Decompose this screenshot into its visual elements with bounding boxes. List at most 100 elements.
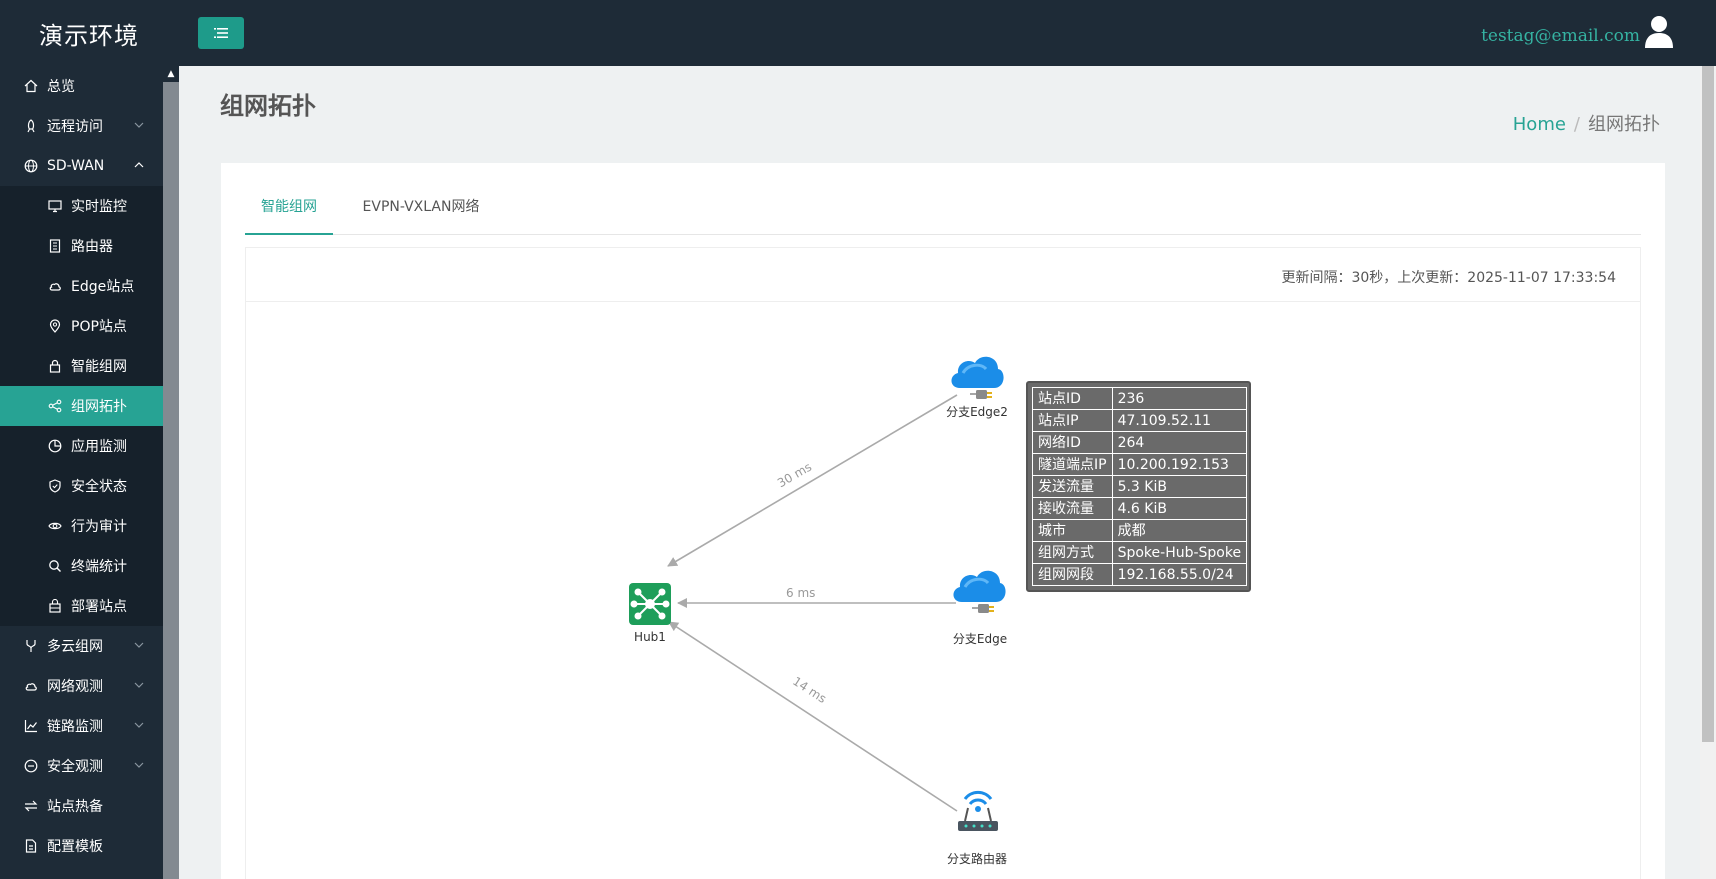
- tooltip-key: 隧道端点IP: [1032, 453, 1113, 476]
- sidebar-item-label: 安全状态: [71, 479, 127, 495]
- scrollbar-thumb[interactable]: [1702, 66, 1714, 742]
- sidebar-item-label: 应用监测: [71, 439, 127, 455]
- breadcrumb-home-link[interactable]: Home: [1513, 114, 1566, 135]
- tooltip-row: 隧道端点IP 10.200.192.153: [1032, 453, 1248, 476]
- panel-header: 更新间隔：30秒，上次更新：2025-11-07 17:33:54: [246, 248, 1640, 302]
- sidebar-item-terminal-stats[interactable]: 终端统计: [0, 546, 163, 586]
- sidebar-item-pop-site[interactable]: POP站点: [0, 306, 163, 346]
- sidebar-item-label: 网络观测: [47, 679, 103, 695]
- sidebar-item-overview[interactable]: 总览: [0, 66, 163, 106]
- tooltip-key: 组网方式: [1032, 541, 1113, 564]
- main-scrollbar[interactable]: [1700, 66, 1716, 879]
- tooltip-value: 成都: [1111, 519, 1248, 542]
- tooltip-row: 网络ID 264: [1032, 431, 1248, 454]
- fork-icon: [23, 638, 39, 654]
- tooltip-row: 站点ID 236: [1032, 387, 1248, 410]
- pie-chart-icon: [47, 438, 63, 454]
- tooltip-value: 192.168.55.0/24: [1111, 563, 1248, 586]
- tooltip-row: 发送流量 5.3 KiB: [1032, 475, 1248, 498]
- tab-bar: 智能组网 EVPN-VXLAN网络: [245, 185, 1641, 235]
- router-node-label[interactable]: 分支路由器: [927, 850, 1027, 867]
- tooltip-key: 组网网段: [1032, 563, 1113, 586]
- tab-smart-network[interactable]: 智能组网: [245, 185, 333, 235]
- tooltip-key: 站点ID: [1032, 387, 1113, 410]
- chevron-down-icon: [134, 642, 144, 648]
- sidebar-item-label: 链路监测: [47, 719, 103, 735]
- tooltip-row: 接收流量 4.6 KiB: [1032, 497, 1248, 520]
- inbox-icon: [47, 598, 63, 614]
- lock-icon: [47, 358, 63, 374]
- chevron-down-icon: [134, 722, 144, 728]
- sidebar-item-label: 实时监控: [71, 199, 127, 215]
- tab-evpn-vxlan[interactable]: EVPN-VXLAN网络: [351, 185, 491, 235]
- router-icon: [47, 238, 63, 254]
- sidebar-item-site-standby[interactable]: 站点热备: [0, 786, 163, 826]
- sidebar-item-multi-cloud[interactable]: 多云组网: [0, 626, 163, 666]
- tooltip-row: 城市 成都: [1032, 519, 1248, 542]
- topology-canvas[interactable]: Hub1 分支Edge2 分支Edge 分支路由器 30 ms 6 ms 14 …: [246, 303, 1640, 879]
- edge2-cloud-icon: [951, 356, 1004, 399]
- home-icon: [23, 78, 39, 94]
- tooltip-key: 城市: [1032, 519, 1113, 542]
- tooltip-key: 发送流量: [1032, 475, 1113, 498]
- menu-toggle-button[interactable]: [198, 17, 244, 49]
- shield-check-icon: [47, 478, 63, 494]
- chevron-down-icon: [134, 682, 144, 688]
- chevron-up-icon: [134, 162, 144, 168]
- sidebar-item-label: 站点热备: [47, 799, 103, 815]
- tooltip-key: 接收流量: [1032, 497, 1113, 520]
- minus-circle-icon: [23, 758, 39, 774]
- sidebar-scrollbar[interactable]: ▲: [163, 66, 179, 879]
- cloud-icon: [47, 278, 63, 294]
- sidebar-item-sd-wan[interactable]: SD-WAN: [0, 146, 163, 186]
- chevron-down-icon: [134, 762, 144, 768]
- sidebar-item-edge-site[interactable]: Edge站点: [0, 266, 163, 306]
- sidebar-item-label: 路由器: [71, 239, 113, 255]
- user-email[interactable]: testag@email.com: [1481, 26, 1640, 46]
- sidebar-item-deploy-site[interactable]: 部署站点: [0, 586, 163, 626]
- node-info-tooltip: 站点ID 236 站点IP 47.109.52.11 网络ID 264 隧道端点IP 10.2…: [1026, 381, 1251, 592]
- link-label-edge: 6 ms: [786, 586, 816, 600]
- tooltip-value: 5.3 KiB: [1111, 475, 1248, 498]
- sidebar-item-remote-access[interactable]: 远程访问: [0, 106, 163, 146]
- sidebar-item-behavior-audit[interactable]: 行为审计: [0, 506, 163, 546]
- sidebar-item-security-observe[interactable]: 安全观测: [0, 746, 163, 786]
- sidebar-item-network-observe[interactable]: 网络观测: [0, 666, 163, 706]
- tooltip-row: 组网方式 Spoke-Hub-Spoke: [1032, 541, 1248, 564]
- sidebar-item-network-topology[interactable]: 组网拓扑: [0, 386, 163, 426]
- edge2-node-label[interactable]: 分支Edge2: [927, 403, 1027, 420]
- search-icon: [47, 558, 63, 574]
- sidebar-item-label: 组网拓扑: [71, 399, 127, 415]
- user-avatar-icon[interactable]: [1644, 14, 1674, 50]
- sidebar-item-smart-network[interactable]: 智能组网: [0, 346, 163, 386]
- hub-node-label[interactable]: Hub1: [600, 630, 700, 644]
- cloud-icon: [23, 678, 39, 694]
- sidebar-item-config-template[interactable]: 配置模板: [0, 826, 163, 866]
- scroll-up-icon[interactable]: ▲: [163, 66, 179, 82]
- sidebar-item-label: 终端统计: [71, 559, 127, 575]
- breadcrumb-current: 组网拓扑: [1588, 114, 1660, 135]
- router-wifi-icon: [958, 790, 998, 831]
- sidebar-item-realtime-monitor[interactable]: 实时监控: [0, 186, 163, 226]
- sidebar-item-label: 部署站点: [71, 599, 127, 615]
- chevron-down-icon: [134, 122, 144, 128]
- content-card: 智能组网 EVPN-VXLAN网络 更新间隔：30秒，上次更新：2025-11-…: [221, 163, 1665, 879]
- sidebar-item-app-monitor[interactable]: 应用监测: [0, 426, 163, 466]
- hub-node-icon: [629, 583, 671, 625]
- sidebar: 总览 远程访问 SD-WAN 实时监控 路由器 Edge站点 POP站点 智能组…: [0, 66, 163, 879]
- sidebar-item-link-monitor[interactable]: 链路监测: [0, 706, 163, 746]
- rocket-icon: [23, 118, 39, 134]
- link-hub-edge2: [667, 394, 958, 567]
- tooltip-key: 网络ID: [1032, 431, 1113, 454]
- monitor-icon: [47, 198, 63, 214]
- sidebar-item-security-status[interactable]: 安全状态: [0, 466, 163, 506]
- edge-node-label[interactable]: 分支Edge: [930, 630, 1030, 647]
- tooltip-value: 10.200.192.153: [1111, 453, 1248, 476]
- globe-icon: [23, 158, 39, 174]
- share-icon: [47, 398, 63, 414]
- edge-cloud-icon: [953, 570, 1006, 613]
- tooltip-row: 组网网段 192.168.55.0/24: [1032, 563, 1248, 586]
- node-info-table: 站点ID 236 站点IP 47.109.52.11 网络ID 264 隧道端点IP 10.2…: [1032, 387, 1248, 586]
- sidebar-item-label: POP站点: [71, 319, 127, 335]
- sidebar-item-router[interactable]: 路由器: [0, 226, 163, 266]
